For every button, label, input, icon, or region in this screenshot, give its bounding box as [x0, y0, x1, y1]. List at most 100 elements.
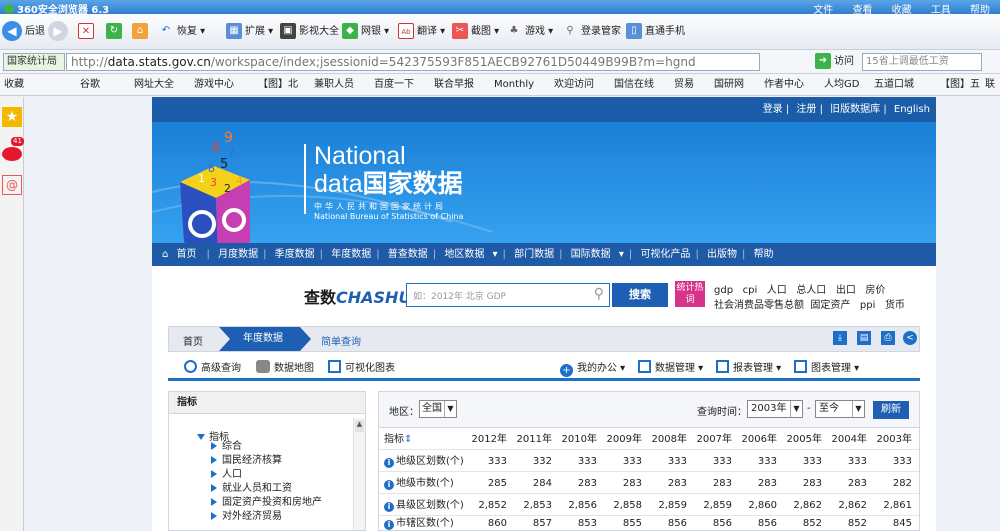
crumb-annual[interactable]: 年度数据 — [219, 327, 311, 351]
bookmark-item[interactable]: 国信在线 — [614, 77, 654, 93]
translate-button[interactable]: Ab 翻译 ▾ — [398, 18, 445, 46]
hot-word[interactable]: 总人口 — [796, 285, 826, 296]
phone-button[interactable]: ▯ 直通手机 — [626, 18, 685, 46]
tree-item[interactable]: 综合 — [211, 440, 242, 454]
refresh-button[interactable]: ↻ — [106, 18, 125, 46]
tree-item[interactable]: 固定资产投资和房地产 — [211, 496, 322, 510]
year-column-header[interactable]: 2008年 — [647, 429, 687, 450]
year-column-header[interactable]: 2003年 — [872, 429, 912, 450]
year-column-header[interactable]: 2011年 — [512, 429, 552, 450]
bookmark-item[interactable]: Monthly — [494, 77, 534, 93]
hot-word[interactable]: gdp — [714, 285, 733, 296]
hot-word[interactable]: 出口 — [836, 285, 856, 296]
go-button[interactable]: ➜ 访问 — [815, 53, 854, 71]
bookmark-item[interactable]: 网址大全 — [134, 77, 174, 93]
nav-quarterly[interactable]: 季度数据 — [275, 249, 315, 260]
info-icon[interactable]: i — [384, 480, 394, 490]
print-icon[interactable]: ⎙ — [881, 331, 895, 345]
region-select[interactable]: 全国 ▼ — [419, 400, 457, 418]
forward-button[interactable]: ▶ — [48, 18, 71, 46]
nav-visual[interactable]: 可视化产品 — [640, 249, 690, 260]
chart-management-menu[interactable]: 图表管理 ▾ — [794, 359, 859, 374]
games-button[interactable]: ♣ 游戏 ▾ — [506, 18, 554, 46]
nav-census[interactable]: 普查数据 — [388, 249, 428, 260]
to-year-select[interactable]: 至今 ▼ — [815, 400, 865, 418]
login-link[interactable]: 登录 — [763, 104, 783, 115]
star-icon[interactable]: ★ — [2, 107, 22, 127]
restore-button[interactable]: ↶ 恢复 ▾ — [158, 18, 205, 46]
nav-help[interactable]: 帮助 — [754, 249, 774, 260]
stop-button[interactable]: ✕ — [78, 18, 97, 46]
back-button[interactable]: ◀ 后退 — [2, 18, 45, 46]
tree-scrollbar[interactable]: ▲ — [353, 418, 365, 530]
tree-item[interactable]: 国民经济核算 — [211, 454, 282, 468]
screenshot-button[interactable]: ✂ 截图 ▾ — [452, 18, 499, 46]
year-column-header[interactable]: 2005年 — [782, 429, 822, 450]
info-icon[interactable]: i — [384, 502, 394, 512]
hot-word[interactable]: 房价 — [865, 285, 885, 296]
year-column-header[interactable]: 2004年 — [827, 429, 867, 450]
bookmark-item[interactable]: 百度一下 — [374, 77, 414, 93]
crumb-simple-query[interactable]: 简单查询 — [321, 333, 361, 348]
info-icon[interactable]: i — [384, 458, 394, 468]
crumb-home[interactable]: 首页 — [183, 333, 203, 348]
report-management-menu[interactable]: 报表管理 ▾ — [716, 359, 781, 374]
my-office-menu[interactable]: + 我的办公 ▾ — [560, 359, 625, 377]
bookmark-item[interactable]: 作者中心 — [764, 77, 804, 93]
year-column-header[interactable]: 2006年 — [737, 429, 777, 450]
share-icon[interactable]: < — [903, 331, 917, 345]
year-column-header[interactable]: 2009年 — [602, 429, 642, 450]
nav-home[interactable]: ⌂ 首页 — [162, 249, 202, 260]
browser-search-field[interactable]: 15省上调最低工资 — [862, 53, 982, 71]
search-button[interactable]: 搜索 — [612, 283, 668, 307]
bookmark-item[interactable]: 贸易 — [674, 77, 694, 93]
bank-button[interactable]: ◆ 网银 ▾ — [342, 18, 389, 46]
extend-button[interactable]: ▦ 扩展 ▾ — [226, 18, 273, 46]
bookmark-item[interactable]: 兼职人员 — [314, 77, 354, 93]
site-label[interactable]: 国家统计局 ▾ — [3, 53, 65, 83]
hot-word[interactable]: 固定资产 — [810, 300, 850, 311]
year-column-header[interactable]: 2007年 — [692, 429, 732, 450]
tree-item[interactable]: 就业人员和工资 — [211, 482, 292, 496]
bookmark-item[interactable]: 五道口城 — [874, 77, 914, 93]
mail-icon[interactable]: @ — [2, 175, 22, 195]
refresh-button[interactable]: 刷新 — [873, 401, 909, 419]
english-link[interactable]: English — [894, 104, 930, 115]
hot-word[interactable]: 社会消费品零售总额 — [714, 300, 804, 311]
video-button[interactable]: ▣ 影视大全 — [280, 18, 339, 46]
hot-word[interactable]: 货币 — [885, 300, 905, 311]
nav-regional[interactable]: 地区数据 ▾ — [444, 249, 497, 260]
bookmark-item[interactable]: 游戏中心 — [194, 77, 234, 93]
bookmark-icon[interactable]: ▤ — [857, 331, 871, 345]
nav-department[interactable]: 部门数据 — [514, 249, 554, 260]
download-icon[interactable]: ⤓ — [833, 331, 847, 345]
tree-item[interactable]: 人口 — [211, 468, 242, 482]
hot-word[interactable]: ppi — [860, 300, 875, 311]
nav-monthly[interactable]: 月度数据 — [218, 249, 258, 260]
data-management-menu[interactable]: 数据管理 ▾ — [638, 359, 703, 374]
indicator-column-header[interactable]: 指标⇕ — [384, 429, 412, 450]
bookmark-item[interactable]: 收藏 — [4, 77, 24, 93]
bookmark-item[interactable]: 【图】五 — [940, 77, 980, 93]
url-field[interactable]: http://data.stats.gov.cn/workspace/index… — [66, 53, 760, 71]
register-link[interactable]: 注册 — [796, 104, 816, 115]
old-database-link[interactable]: 旧版数据库 — [830, 104, 880, 115]
info-icon[interactable]: i — [384, 520, 394, 530]
login-manager-button[interactable]: ⚲ 登录管家 — [562, 18, 621, 46]
site-search-input[interactable]: 如：2012年 北京 GDP ⚲ — [406, 283, 610, 307]
bookmark-item[interactable]: 联合早报 — [434, 77, 474, 93]
nav-publications[interactable]: 出版物 — [707, 249, 737, 260]
scroll-up-icon[interactable]: ▲ — [355, 420, 364, 432]
advanced-query-button[interactable]: 高级查询 — [184, 359, 241, 374]
tree-item[interactable]: 对外经济贸易 — [211, 510, 282, 524]
hot-word[interactable]: cpi — [743, 285, 758, 296]
year-column-header[interactable]: 2012年 — [467, 429, 507, 450]
bookmark-item[interactable]: 联 — [985, 77, 995, 93]
data-map-button[interactable]: 数据地图 — [256, 359, 314, 374]
year-column-header[interactable]: 2010年 — [557, 429, 597, 450]
bookmark-item[interactable]: 人均GD — [824, 77, 859, 93]
home-button[interactable]: ⌂ — [132, 18, 151, 46]
nav-annual[interactable]: 年度数据 — [331, 249, 371, 260]
bookmark-item[interactable]: 谷歌 — [80, 77, 100, 93]
hot-word[interactable]: 人口 — [767, 285, 787, 296]
